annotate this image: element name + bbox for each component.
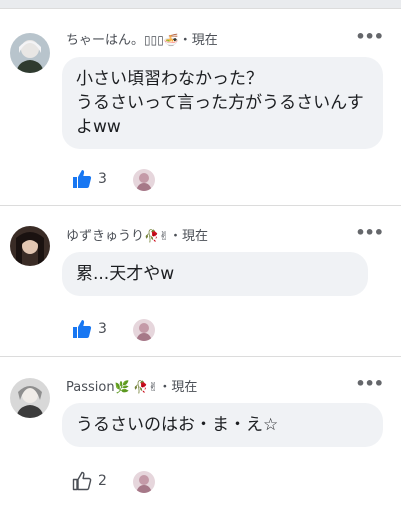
more-options-button[interactable]: ••• [355, 27, 384, 46]
comment-feed: ちゃーはん。▯▯▯🍜・現在 ••• 小さい頃習わなかった？ うるさいって言った方… [0, 0, 401, 512]
author-name[interactable]: Passion [66, 380, 115, 395]
thumbs-up-icon [73, 170, 92, 188]
author-name[interactable]: ゆずきゅうり [66, 229, 144, 244]
timestamp: ・現在 [158, 380, 198, 395]
like-count: 3 [98, 321, 107, 337]
author-name[interactable]: ちゃーはん。 [66, 33, 144, 48]
comment-author-line: ゆずきゅうり🥀✌・現在 [66, 225, 208, 244]
comment-bubble[interactable]: うるさいのはお・ま・え☆ [62, 403, 383, 447]
comment-item: ゆずきゅうり🥀✌・現在 ••• 累...天才やw 3 [0, 206, 401, 356]
author-emojis: ▯▯▯🍜 [144, 33, 179, 47]
like-count: 2 [98, 473, 107, 489]
comment-bubble[interactable]: 小さい頃習わなかった？ うるさいって言った方がうるさいんすよww [62, 57, 383, 149]
like-button[interactable]: 3 [72, 169, 107, 189]
avatar[interactable] [10, 378, 50, 418]
like-button[interactable]: 2 [72, 471, 107, 491]
author-emojis: 🌿 🥀✌ [114, 380, 159, 394]
timestamp: ・現在 [178, 33, 218, 48]
reactor-avatar[interactable] [133, 471, 155, 493]
comment-author-line: Passion🌿 🥀✌・現在 [66, 376, 197, 395]
more-options-button[interactable]: ••• [355, 374, 384, 393]
avatar[interactable] [10, 33, 50, 73]
thumbs-up-outline-icon [72, 471, 92, 491]
comment-bubble[interactable]: 累...天才やw [62, 252, 368, 296]
thumbs-up-icon [73, 320, 92, 338]
reactor-avatar[interactable] [133, 319, 155, 341]
avatar[interactable] [10, 226, 50, 266]
more-options-button[interactable]: ••• [355, 223, 384, 242]
like-count: 3 [98, 171, 107, 187]
author-emojis: 🥀✌ [144, 229, 170, 243]
comment-item: Passion🌿 🥀✌・現在 ••• うるさいのはお・ま・え☆ 2 [0, 357, 401, 512]
reactor-avatar[interactable] [133, 169, 155, 191]
timestamp: ・現在 [169, 229, 209, 244]
comment-author-line: ちゃーはん。▯▯▯🍜・現在 [66, 29, 218, 48]
comment-item: ちゃーはん。▯▯▯🍜・現在 ••• 小さい頃習わなかった？ うるさいって言った方… [0, 9, 401, 205]
like-button[interactable]: 3 [72, 319, 107, 339]
